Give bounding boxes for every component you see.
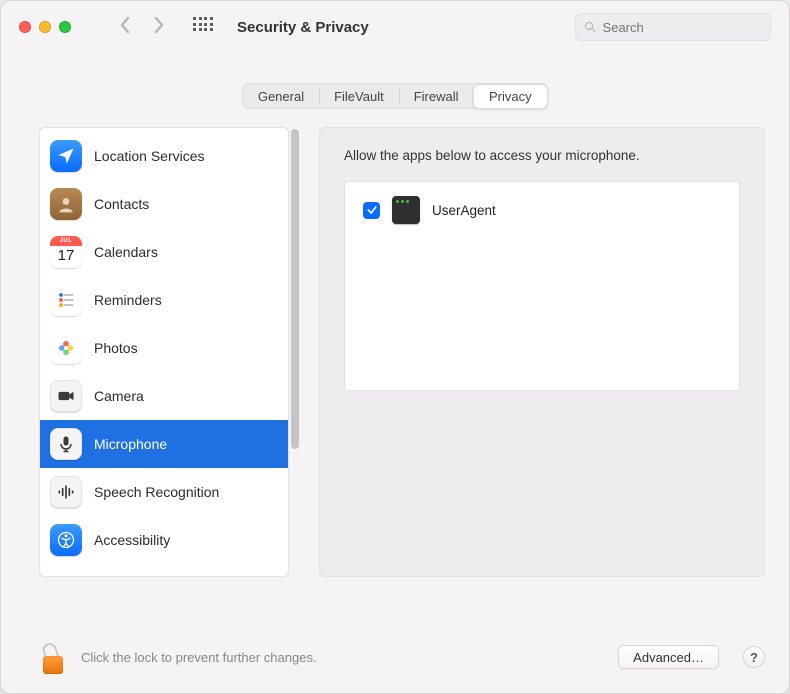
sidebar-item-photos[interactable]: Photos — [40, 324, 288, 372]
app-checkbox[interactable] — [363, 202, 380, 219]
checkmark-icon — [366, 204, 378, 216]
privacy-category-list: Location Services Contacts JUL 17 Calend… — [39, 127, 289, 577]
minimize-window-button[interactable] — [39, 21, 51, 33]
show-all-prefs-button[interactable] — [193, 17, 213, 37]
forward-button[interactable] — [153, 16, 165, 39]
sidebar-item-reminders[interactable]: Reminders — [40, 276, 288, 324]
sidebar-item-speech[interactable]: Speech Recognition — [40, 468, 288, 516]
camera-icon — [50, 380, 82, 412]
lock-body-icon — [43, 656, 63, 674]
back-button[interactable] — [119, 16, 131, 39]
detail-panel: Allow the apps below to access your micr… — [319, 127, 765, 577]
app-name: UserAgent — [432, 203, 496, 218]
accessibility-icon — [50, 524, 82, 556]
sidebar-item-label: Contacts — [94, 196, 149, 212]
sidebar-item-microphone[interactable]: Microphone — [40, 420, 288, 468]
window-controls — [19, 21, 71, 33]
sidebar-item-label: Microphone — [94, 436, 167, 452]
sidebar-item-label: Reminders — [94, 292, 162, 308]
sidebar-scrollbar-thumb[interactable] — [291, 129, 299, 449]
sidebar-item-label: Calendars — [94, 244, 158, 260]
tab-bar: General FileVault Firewall Privacy — [1, 53, 789, 127]
footer: Click the lock to prevent further change… — [1, 621, 789, 693]
sidebar-item-label: Camera — [94, 388, 144, 404]
sidebar-container: Location Services Contacts JUL 17 Calend… — [39, 127, 301, 577]
sidebar-item-camera[interactable]: Camera — [40, 372, 288, 420]
lock-button[interactable] — [39, 640, 67, 674]
search-icon — [584, 20, 597, 34]
calendar-icon: JUL 17 — [50, 236, 82, 268]
search-field[interactable] — [575, 13, 771, 41]
speech-icon — [50, 476, 82, 508]
toolbar: Security & Privacy — [1, 1, 789, 53]
calendar-icon-month: JUL — [50, 236, 82, 246]
zoom-window-button[interactable] — [59, 21, 71, 33]
help-button[interactable]: ? — [743, 646, 765, 668]
segmented-control: General FileVault Firewall Privacy — [242, 83, 548, 109]
window-title: Security & Privacy — [237, 19, 369, 36]
microphone-icon — [50, 428, 82, 460]
location-arrow-icon — [50, 140, 82, 172]
sidebar-item-label: Speech Recognition — [94, 484, 219, 500]
app-row: UserAgent — [363, 196, 721, 224]
close-window-button[interactable] — [19, 21, 31, 33]
tab-firewall[interactable]: Firewall — [399, 84, 474, 108]
terminal-app-icon — [392, 196, 420, 224]
app-list: UserAgent — [344, 181, 740, 391]
sidebar-scrollbar[interactable] — [289, 127, 301, 577]
photos-icon — [50, 332, 82, 364]
reminders-icon — [50, 284, 82, 316]
tab-general[interactable]: General — [243, 84, 319, 108]
content-area: Location Services Contacts JUL 17 Calend… — [1, 127, 789, 621]
advanced-button[interactable]: Advanced… — [618, 645, 719, 669]
sidebar-item-label: Photos — [94, 340, 138, 356]
search-input[interactable] — [603, 20, 762, 35]
nav-arrows — [119, 16, 165, 39]
contacts-icon — [50, 188, 82, 220]
sidebar-item-accessibility[interactable]: Accessibility — [40, 516, 288, 564]
tab-privacy[interactable]: Privacy — [473, 84, 548, 109]
sidebar-item-label: Location Services — [94, 148, 205, 164]
calendar-icon-day: 17 — [50, 246, 82, 268]
panel-description: Allow the apps below to access your micr… — [344, 148, 740, 163]
sidebar-item-calendars[interactable]: JUL 17 Calendars — [40, 228, 288, 276]
lock-hint-text: Click the lock to prevent further change… — [81, 650, 604, 665]
tab-filevault[interactable]: FileVault — [319, 84, 399, 108]
sidebar-item-location[interactable]: Location Services — [40, 132, 288, 180]
preferences-window: Security & Privacy General FileVault Fir… — [0, 0, 790, 694]
sidebar-item-label: Accessibility — [94, 532, 170, 548]
sidebar-item-contacts[interactable]: Contacts — [40, 180, 288, 228]
